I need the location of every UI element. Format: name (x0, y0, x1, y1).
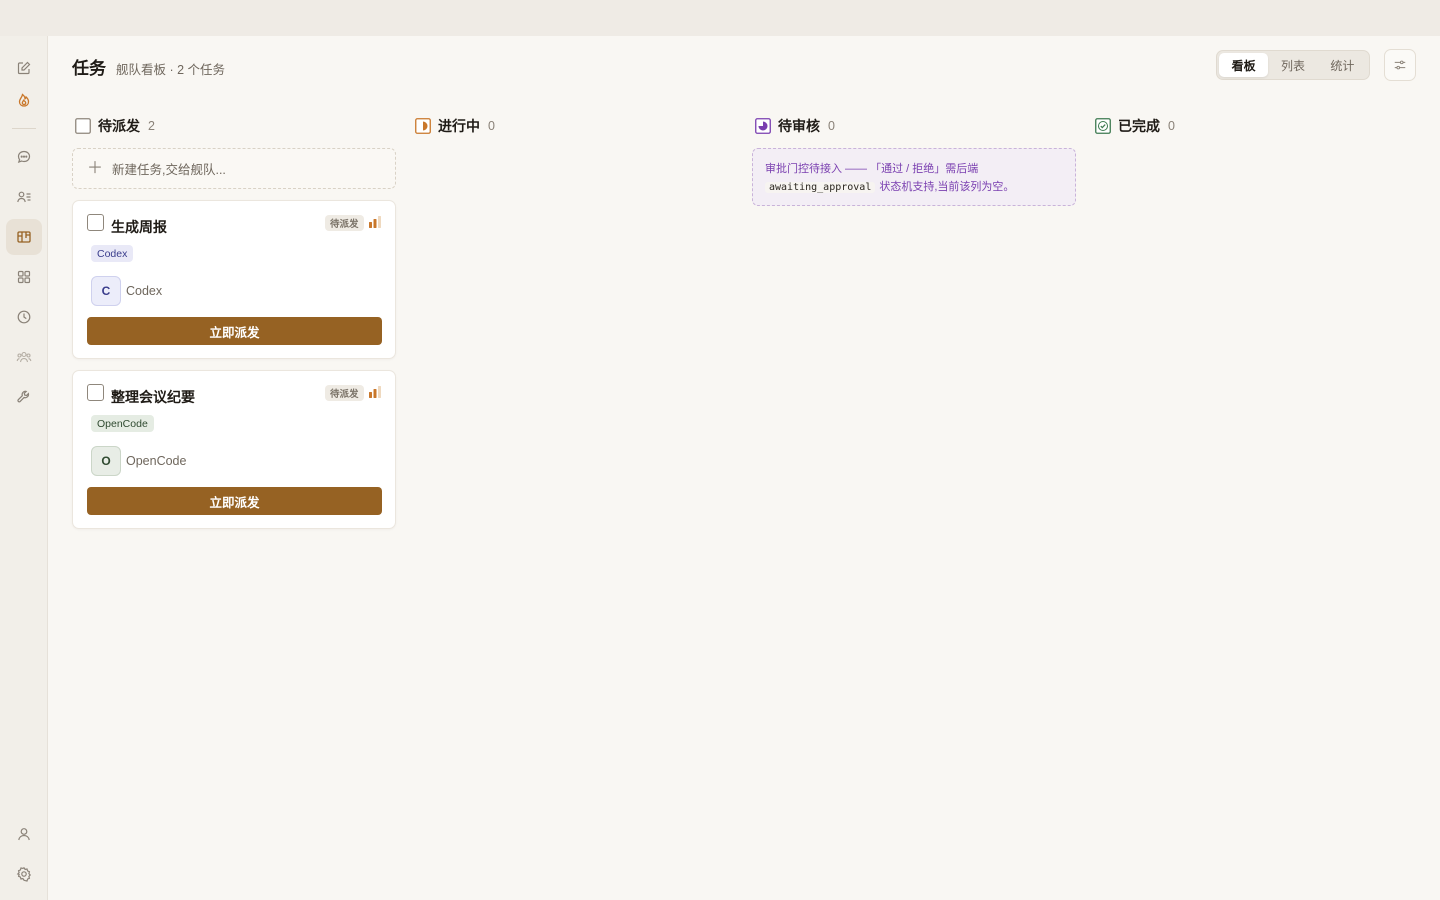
review-notice: 审批门控待接入 —— 「通过 / 拒绝」需后端 awaiting_approva… (752, 148, 1076, 206)
dispatch-button[interactable]: 立即派发 (87, 317, 382, 345)
agent-tag: OpenCode (91, 415, 154, 432)
column-count: 0 (488, 119, 495, 133)
task-title: 生成周报 (111, 219, 167, 235)
plus-icon: ＋ (87, 159, 104, 177)
notice-line-2-text: 状态机支持,当前该列为空。 (879, 181, 1015, 193)
flame-icon[interactable] (6, 82, 42, 118)
column-todo: 待派发 2 ＋ 新建任务,交给舰队... 生成周报 待派发 Codex C Co… (72, 116, 396, 529)
agent-tag: Codex (91, 245, 134, 262)
column-title: 进行中 (438, 118, 480, 134)
chat-icon[interactable] (6, 139, 42, 175)
task-checkbox[interactable] (87, 384, 104, 401)
avatar: O (91, 446, 121, 476)
rail-divider (12, 128, 36, 129)
window-titlebar (0, 0, 1440, 36)
column-count: 0 (1168, 119, 1175, 133)
view-switcher: 看板 列表 统计 (1216, 50, 1370, 80)
task-card[interactable]: 生成周报 待派发 Codex C Codex 立即派发 (72, 200, 396, 359)
column-count: 2 (148, 119, 155, 133)
sidebar-rail (0, 36, 48, 900)
status-badge: 待派发 (325, 215, 364, 231)
team-icon[interactable] (6, 339, 42, 375)
empty-checkbox-icon (75, 118, 91, 134)
main-area: 任务 舰队看板 · 2 个任务 看板 列表 统计 待派发 2 ＋ 新建任务,交给… (48, 36, 1440, 900)
kanban-icon[interactable] (6, 219, 42, 255)
filter-button[interactable] (1384, 49, 1416, 81)
page-title: 任务 (72, 59, 106, 78)
new-task-placeholder: 新建任务,交给舰队... (112, 163, 226, 177)
half-circle-icon (415, 118, 431, 134)
priority-icon (369, 216, 381, 228)
column-done: 已完成 0 (1092, 116, 1416, 136)
edit-icon[interactable] (6, 50, 42, 86)
pie-icon (755, 118, 771, 134)
tab-stats[interactable]: 统计 (1318, 53, 1367, 77)
status-code: awaiting_approval (765, 182, 876, 193)
dispatch-button[interactable]: 立即派发 (87, 487, 382, 515)
priority-icon (369, 386, 381, 398)
check-icon (1095, 118, 1111, 134)
column-in-progress: 进行中 0 (412, 116, 736, 136)
column-review: 待审核 0 审批门控待接入 —— 「通过 / 拒绝」需后端 awaiting_a… (752, 116, 1076, 206)
page-subtitle: 舰队看板 · 2 个任务 (116, 63, 226, 77)
grid-icon[interactable] (6, 259, 42, 295)
notice-line-2: awaiting_approval 状态机支持,当前该列为空。 (765, 178, 1063, 197)
sliders-icon (1394, 60, 1406, 70)
column-count: 0 (828, 119, 835, 133)
task-title: 整理会议纪要 (111, 389, 195, 405)
agent-name: Codex (126, 284, 163, 298)
task-card[interactable]: 整理会议纪要 待派发 OpenCode O OpenCode 立即派发 (72, 370, 396, 529)
wrench-icon[interactable] (6, 379, 42, 415)
clock-icon[interactable] (6, 299, 42, 335)
column-title: 已完成 (1118, 118, 1160, 134)
task-checkbox[interactable] (87, 214, 104, 231)
gear-icon[interactable] (6, 856, 42, 892)
column-header: 待审核 0 (752, 116, 1076, 136)
contacts-icon[interactable] (6, 179, 42, 215)
tab-list[interactable]: 列表 (1268, 53, 1317, 77)
agent-name: OpenCode (126, 454, 187, 468)
column-title: 待审核 (778, 118, 820, 134)
avatar: C (91, 276, 121, 306)
user-icon[interactable] (6, 816, 42, 852)
column-header: 已完成 0 (1092, 116, 1416, 136)
column-header: 待派发 2 (72, 116, 396, 136)
new-task-input[interactable]: ＋ 新建任务,交给舰队... (72, 148, 396, 189)
column-title: 待派发 (98, 118, 140, 134)
tab-board[interactable]: 看板 (1219, 53, 1269, 77)
column-header: 进行中 0 (412, 116, 736, 136)
notice-line-1: 审批门控待接入 —— 「通过 / 拒绝」需后端 (765, 163, 979, 175)
status-badge: 待派发 (325, 385, 364, 401)
